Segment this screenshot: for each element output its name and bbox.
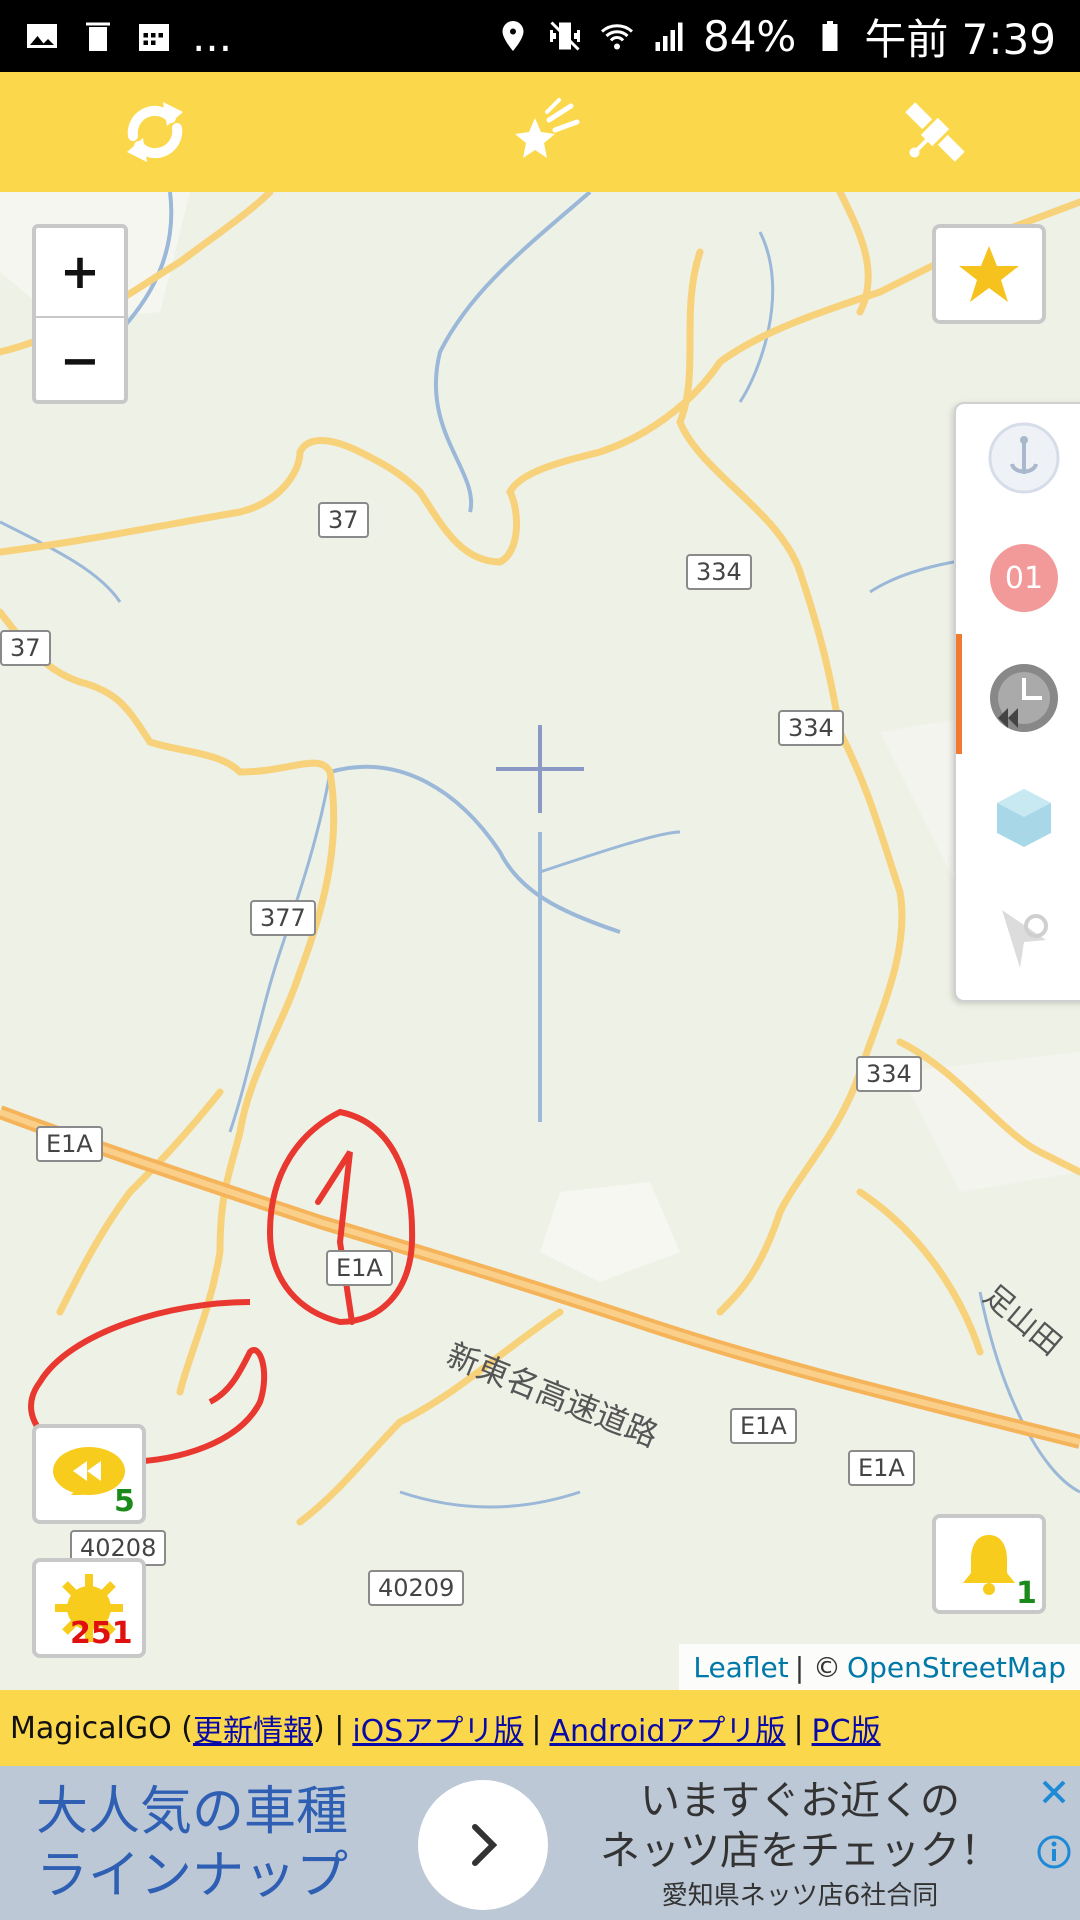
zoom-out-button[interactable]: − <box>36 316 124 404</box>
cube-button[interactable] <box>984 778 1064 858</box>
satellite-icon <box>905 102 965 162</box>
ad-body: いますぐお近くの ネッツ店をチェック！ 愛知県ネッツ店6社合同 <box>570 1776 1030 1912</box>
app-name: MagicalGO ( <box>10 1710 193 1746</box>
pointer-icon <box>1002 910 1048 968</box>
openstreetmap-link[interactable]: OpenStreetMap <box>847 1651 1066 1684</box>
status-bar: ... 84% 午前 7:39 <box>0 0 1080 72</box>
star-icon <box>959 246 1019 302</box>
footer-separator: | <box>531 1710 542 1746</box>
notification-icons: ... <box>24 12 232 61</box>
ad-headline-line1: 大人気の車種 <box>36 1782 349 1842</box>
trash-icon <box>86 22 110 51</box>
ios-app-link[interactable]: iOSアプリ版 <box>352 1706 523 1750</box>
road-label: 40209 <box>368 1570 465 1606</box>
vibrate-icon <box>549 21 580 51</box>
road-label: 334 <box>856 1056 922 1092</box>
cube-icon <box>997 789 1051 847</box>
road-label: E1A <box>730 1408 797 1444</box>
close-icon <box>1042 1780 1066 1804</box>
wifi-icon <box>600 24 633 50</box>
road-label: 37 <box>0 630 51 666</box>
ad-info-button[interactable] <box>1034 1832 1074 1872</box>
clock: 午前 7:39 <box>864 14 1056 64</box>
ad-body-line1: いますぐお近くの <box>640 1778 960 1824</box>
road-label: 377 <box>250 900 316 936</box>
image-icon <box>27 24 57 48</box>
notification-bell-button[interactable]: 1 <box>932 1514 1046 1614</box>
calendar-icon <box>139 24 169 51</box>
ad-arrow-button[interactable] <box>418 1780 548 1910</box>
footer-separator: | <box>793 1710 804 1746</box>
history-button[interactable]: 5 <box>32 1424 146 1524</box>
system-status: 84% 午前 7:39 <box>495 6 1056 67</box>
number-01-label: 01 <box>1005 561 1043 596</box>
leaflet-link[interactable]: Leaflet <box>693 1651 788 1684</box>
map-attribution: Leaflet | © OpenStreetMap <box>679 1644 1080 1690</box>
app-screen: ... 84% 午前 7:39 37 37 334 334 334 377 E1… <box>0 0 1080 1920</box>
road-label: 334 <box>686 554 752 590</box>
zoom-in-button[interactable]: + <box>36 228 124 316</box>
info-icon <box>1037 1835 1071 1869</box>
ad-headline-line2: ラインナップ <box>36 1846 349 1906</box>
road-label: E1A <box>848 1450 915 1486</box>
battery-percent: 84% <box>702 11 797 61</box>
anchor-button[interactable] <box>984 418 1064 498</box>
chevron-right-icon <box>472 1824 498 1866</box>
signal-icon <box>655 22 683 51</box>
settings-button[interactable]: 251 <box>32 1558 146 1658</box>
side-panel: 01 <box>954 402 1080 1002</box>
ad-banner[interactable]: 大人気の車種 ラインナップ いますぐお近くの ネッツ店をチェック！ 愛知県ネッツ… <box>0 1766 1080 1920</box>
road-label: E1A <box>36 1126 103 1162</box>
pointer-button[interactable] <box>984 898 1064 978</box>
shooting-star-button[interactable] <box>500 87 590 177</box>
update-info-link[interactable]: 更新情報 <box>193 1706 313 1750</box>
history-count-badge: 5 <box>114 1484 135 1519</box>
ad-headline: 大人気の車種 ラインナップ <box>36 1780 396 1908</box>
clock-icon <box>990 664 1058 732</box>
panel-accent-bar <box>956 634 962 754</box>
number-01-button[interactable]: 01 <box>984 538 1064 618</box>
pc-version-link[interactable]: PC版 <box>812 1706 881 1750</box>
more-notifications: ... <box>192 11 233 61</box>
battery-icon <box>822 21 838 51</box>
refresh-icon <box>127 102 183 162</box>
road-label: 37 <box>318 502 369 538</box>
shooting-star-icon <box>515 98 580 158</box>
road-label: E1A <box>326 1250 393 1286</box>
refresh-button[interactable] <box>110 87 200 177</box>
top-toolbar <box>0 72 1080 192</box>
location-icon <box>502 21 524 51</box>
road-label: 334 <box>778 710 844 746</box>
map-view[interactable]: 37 37 334 334 334 377 E1A E1A E1A E1A 40… <box>0 192 1080 1690</box>
footer-separator: ) | <box>312 1710 345 1746</box>
clock-button[interactable] <box>984 658 1064 738</box>
favorites-button[interactable] <box>932 224 1046 324</box>
map-tiles <box>0 192 1080 1526</box>
footer-links: MagicalGO ( 更新情報 ) | iOSアプリ版 | Androidアプ… <box>0 1690 1080 1766</box>
ad-sponsor: 愛知県ネッツ店6社合同 <box>661 1881 939 1911</box>
ad-body-line2: ネッツ店をチェック！ <box>600 1828 1000 1874</box>
ad-close-button[interactable] <box>1034 1772 1074 1812</box>
number-01-icon: 01 <box>990 544 1058 612</box>
satellite-button[interactable] <box>890 87 980 177</box>
attribution-separator: | © <box>794 1650 842 1684</box>
bell-count-badge: 1 <box>1016 1576 1037 1611</box>
settings-count-badge: 251 <box>70 1616 133 1651</box>
anchor-icon <box>988 422 1060 494</box>
android-app-link[interactable]: Androidアプリ版 <box>549 1706 785 1750</box>
bell-icon <box>963 1535 1015 1595</box>
zoom-control: + − <box>32 224 128 404</box>
